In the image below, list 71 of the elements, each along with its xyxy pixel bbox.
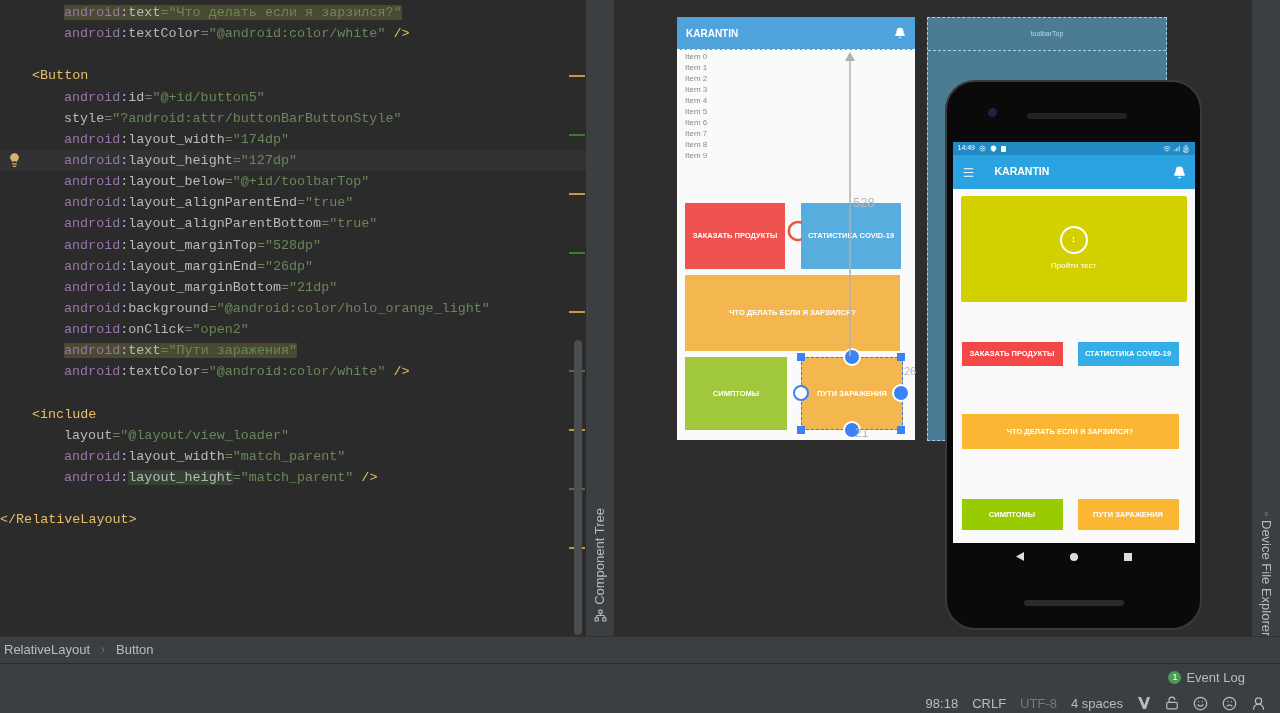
code-line: android:layout_marginTop="528dp" bbox=[63, 236, 323, 255]
code-line: android:layout_height="match_parent" /> bbox=[63, 469, 379, 488]
smiley-icon[interactable] bbox=[1193, 695, 1208, 711]
list-item: Item 1 bbox=[685, 62, 709, 73]
breadcrumb-item[interactable]: Button bbox=[116, 640, 154, 660]
list-item: Item 0 bbox=[685, 51, 709, 62]
battery-icon bbox=[1181, 144, 1190, 153]
code-line: android:layout_below="@+id/toolbarTop" bbox=[63, 173, 371, 192]
resize-handle[interactable] bbox=[797, 426, 805, 434]
event-log-button[interactable]: 1 Event Log bbox=[1168, 668, 1245, 688]
lock-icon[interactable] bbox=[1165, 696, 1179, 711]
shield-icon bbox=[990, 145, 998, 152]
gear-icon bbox=[979, 145, 987, 152]
overview-icon[interactable] bbox=[1123, 552, 1132, 561]
signal-icon bbox=[1172, 145, 1180, 152]
list-item: Item 5 bbox=[685, 106, 709, 117]
resize-handle[interactable] bbox=[897, 353, 905, 361]
constraint-handle[interactable] bbox=[793, 385, 809, 401]
card-label: Пройти тест bbox=[1050, 260, 1097, 272]
constraint-arc bbox=[785, 220, 805, 242]
scrollbar-thumb[interactable] bbox=[574, 340, 582, 635]
code-line: android:layout_alignParentBottom="true" bbox=[63, 215, 379, 234]
lightbulb-icon[interactable] bbox=[7, 152, 22, 168]
list-item: Item 6 bbox=[685, 117, 709, 128]
app-title: KARANTIN bbox=[686, 26, 739, 41]
code-line: android:onClick="open2" bbox=[63, 321, 250, 340]
code-line: layout="@layout/view_loader" bbox=[63, 426, 290, 445]
back-icon[interactable] bbox=[1015, 552, 1024, 561]
code-line: android:layout_width="174dp" bbox=[63, 130, 291, 149]
list-item: Item 7 bbox=[685, 128, 709, 139]
sd-card-icon bbox=[1001, 145, 1007, 152]
code-line: <include bbox=[31, 405, 98, 424]
status-item[interactable]: 98:18 bbox=[925, 693, 959, 713]
code-line: android:text="Пути заражения" bbox=[63, 342, 299, 361]
code-line: android:layout_alignParentEnd="true" bbox=[63, 194, 355, 213]
list-item: Item 9 bbox=[685, 150, 709, 161]
event-log-label: Event Log bbox=[1186, 669, 1245, 687]
wifi-icon bbox=[1162, 144, 1171, 153]
camera-icon bbox=[988, 108, 997, 117]
tree-icon[interactable] bbox=[593, 609, 607, 622]
list-item: Item 8 bbox=[685, 139, 709, 150]
resize-handle[interactable] bbox=[897, 426, 905, 434]
list-item: Item 4 bbox=[685, 95, 709, 106]
margin-label: 21 bbox=[855, 427, 869, 440]
sad-face-icon[interactable] bbox=[1222, 695, 1237, 711]
chevron-icon bbox=[98, 645, 108, 655]
code-line: style="?android:attr/buttonBarButtonStyle" bbox=[63, 109, 403, 128]
bell-icon bbox=[894, 27, 906, 39]
list-item: Item 2 bbox=[685, 73, 709, 84]
bell-icon[interactable] bbox=[1172, 165, 1186, 179]
code-line: android:background="@android:color/holo_orange_light" bbox=[63, 299, 491, 318]
code-line: android:layout_marginEnd="26dp" bbox=[63, 257, 315, 276]
notification-badge: 1 bbox=[1168, 671, 1182, 685]
status-item[interactable]: CRLF bbox=[972, 693, 1007, 713]
status-item[interactable]: 4 spaces bbox=[1070, 693, 1123, 713]
code-line: </RelativeLayout> bbox=[0, 511, 138, 530]
vcs-icon[interactable] bbox=[1137, 696, 1151, 711]
home-icon[interactable] bbox=[1069, 552, 1078, 561]
code-line: android:id="@+id/button5" bbox=[63, 88, 266, 107]
code-line: <Button bbox=[31, 67, 90, 86]
code-line: android:layout_width="match_parent" bbox=[63, 447, 347, 466]
code-line: android:textColor="@android:color/white" /> bbox=[63, 363, 411, 382]
list-item: Item 3 bbox=[685, 84, 709, 95]
menu-icon[interactable] bbox=[961, 165, 975, 179]
code-line: android:textColor="@android:color/white" /> bbox=[63, 25, 411, 44]
code-line: android:text="Что делать если я зарзился?" bbox=[63, 4, 403, 22]
app-title: KARANTIN bbox=[994, 164, 1050, 180]
resize-handle[interactable] bbox=[797, 353, 805, 361]
breadcrumb-item[interactable]: RelativeLayout bbox=[4, 640, 90, 660]
code-line: android:layout_marginBottom="21dp" bbox=[63, 278, 339, 297]
person-icon[interactable] bbox=[1251, 695, 1266, 711]
